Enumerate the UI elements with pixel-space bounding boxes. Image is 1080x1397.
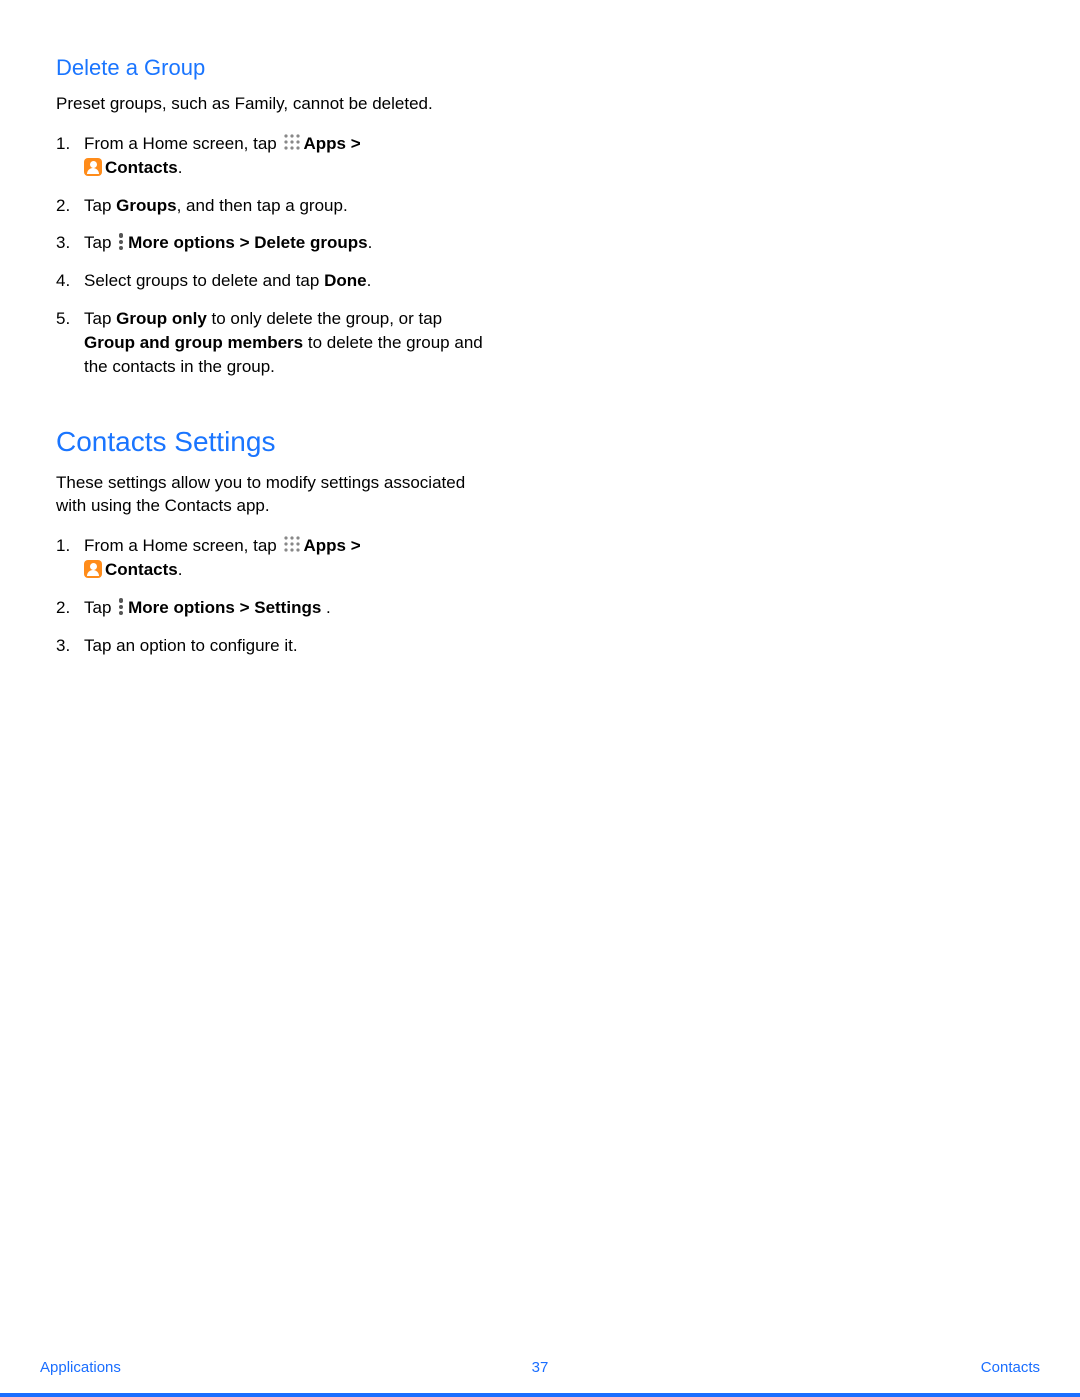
more-options-label: More options > Settings [128, 598, 326, 617]
more-options-icon [116, 233, 126, 251]
group-only-label: Group only [116, 309, 207, 328]
contacts-label: Contacts [105, 560, 178, 579]
document-page: Delete a Group Preset groups, such as Fa… [0, 0, 1080, 1397]
content-column: Delete a Group Preset groups, such as Fa… [56, 55, 496, 671]
period: . [178, 560, 183, 579]
text: Select groups to delete and tap [84, 271, 324, 290]
period: . [178, 158, 183, 177]
gt: > [346, 536, 361, 555]
text: From a Home screen, tap [84, 536, 281, 555]
steps-contacts-settings: From a Home screen, tap Apps > Contacts.… [56, 534, 496, 657]
step-2: Tap Groups, and then tap a group. [56, 194, 496, 218]
step-1: From a Home screen, tap Apps > Contacts. [56, 534, 496, 582]
step-5: Tap Group only to only delete the group,… [56, 307, 496, 378]
step-3: Tap an option to configure it. [56, 634, 496, 658]
text: Tap [84, 233, 116, 252]
apps-label: Apps [303, 134, 346, 153]
heading-delete-group: Delete a Group [56, 55, 496, 81]
text: , and then tap a group. [177, 196, 348, 215]
more-options-icon [116, 598, 126, 616]
step-1: From a Home screen, tap Apps > Contacts. [56, 132, 496, 180]
step-2: Tap More options > Settings . [56, 596, 496, 620]
apps-grid-icon [283, 535, 301, 553]
text: Tap [84, 309, 116, 328]
more-options-label: More options > Delete groups [128, 233, 367, 252]
footer-right: Contacts [981, 1359, 1040, 1376]
text: to only delete the group, or tap [207, 309, 442, 328]
period: . [368, 233, 373, 252]
gt: > [346, 134, 361, 153]
step-4: Select groups to delete and tap Done. [56, 269, 496, 293]
footer-divider [0, 1393, 1080, 1397]
intro-delete-group: Preset groups, such as Family, cannot be… [56, 93, 496, 116]
step-3: Tap More options > Delete groups. [56, 231, 496, 255]
groups-label: Groups [116, 196, 176, 215]
text: Tap an option to configure it. [84, 636, 298, 655]
footer-page-number: 37 [0, 1359, 1080, 1376]
contacts-icon [84, 560, 102, 578]
contacts-label: Contacts [105, 158, 178, 177]
group-members-label: Group and group members [84, 333, 303, 352]
apps-label: Apps [303, 536, 346, 555]
heading-contacts-settings: Contacts Settings [56, 426, 496, 458]
done-label: Done [324, 271, 367, 290]
contacts-icon [84, 158, 102, 176]
page-footer: Applications 37 Contacts [0, 1359, 1080, 1381]
apps-grid-icon [283, 133, 301, 151]
text: From a Home screen, tap [84, 134, 281, 153]
period: . [326, 598, 331, 617]
period: . [367, 271, 372, 290]
text: Tap [84, 598, 116, 617]
intro-contacts-settings: These settings allow you to modify setti… [56, 472, 496, 518]
steps-delete-group: From a Home screen, tap Apps > Contacts.… [56, 132, 496, 378]
text: Tap [84, 196, 116, 215]
